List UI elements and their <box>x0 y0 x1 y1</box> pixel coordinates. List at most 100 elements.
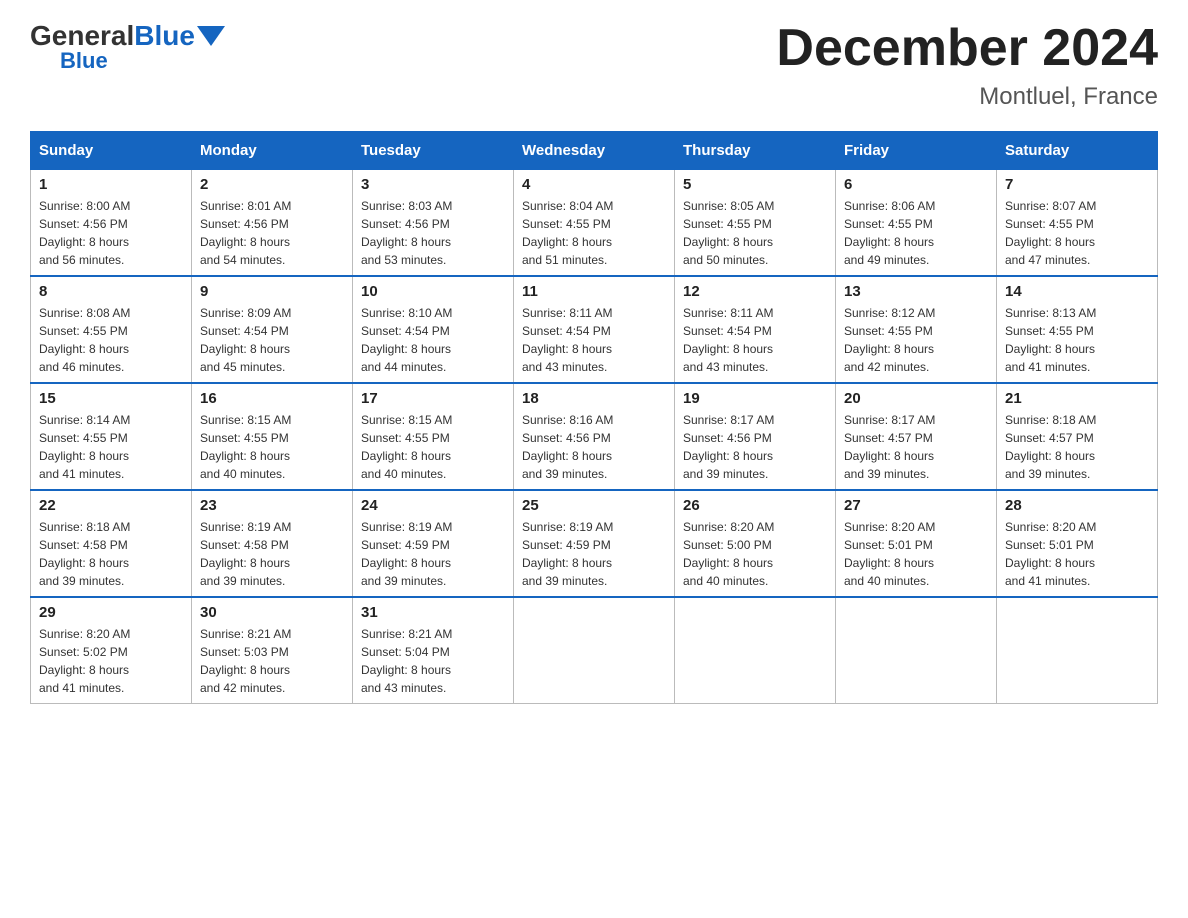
calendar-cell: 5 Sunrise: 8:05 AMSunset: 4:55 PMDayligh… <box>675 170 836 277</box>
day-number: 15 <box>39 390 183 407</box>
page-header: General Blue Blue December 2024 Montluel… <box>30 20 1158 111</box>
calendar-cell: 13 Sunrise: 8:12 AMSunset: 4:55 PMDaylig… <box>836 276 997 383</box>
day-info: Sunrise: 8:05 AMSunset: 4:55 PMDaylight:… <box>683 199 774 267</box>
calendar-cell <box>997 597 1158 704</box>
calendar-cell: 11 Sunrise: 8:11 AMSunset: 4:54 PMDaylig… <box>514 276 675 383</box>
logo-blue-label: Blue <box>30 48 225 74</box>
day-info: Sunrise: 8:20 AMSunset: 5:00 PMDaylight:… <box>683 520 774 588</box>
calendar-cell: 1 Sunrise: 8:00 AMSunset: 4:56 PMDayligh… <box>31 170 192 277</box>
calendar-cell: 2 Sunrise: 8:01 AMSunset: 4:56 PMDayligh… <box>192 170 353 277</box>
calendar-week-4: 22 Sunrise: 8:18 AMSunset: 4:58 PMDaylig… <box>31 490 1158 597</box>
day-info: Sunrise: 8:19 AMSunset: 4:58 PMDaylight:… <box>200 520 291 588</box>
day-info: Sunrise: 8:20 AMSunset: 5:01 PMDaylight:… <box>1005 520 1096 588</box>
day-number: 11 <box>522 283 666 300</box>
day-number: 12 <box>683 283 827 300</box>
calendar-cell: 17 Sunrise: 8:15 AMSunset: 4:55 PMDaylig… <box>353 383 514 490</box>
calendar-cell: 28 Sunrise: 8:20 AMSunset: 5:01 PMDaylig… <box>997 490 1158 597</box>
calendar-cell: 15 Sunrise: 8:14 AMSunset: 4:55 PMDaylig… <box>31 383 192 490</box>
day-number: 22 <box>39 497 183 514</box>
calendar-cell: 7 Sunrise: 8:07 AMSunset: 4:55 PMDayligh… <box>997 170 1158 277</box>
calendar-cell: 24 Sunrise: 8:19 AMSunset: 4:59 PMDaylig… <box>353 490 514 597</box>
day-info: Sunrise: 8:21 AMSunset: 5:04 PMDaylight:… <box>361 627 452 695</box>
day-info: Sunrise: 8:18 AMSunset: 4:57 PMDaylight:… <box>1005 413 1096 481</box>
day-number: 20 <box>844 390 988 407</box>
month-title: December 2024 <box>776 20 1158 77</box>
day-info: Sunrise: 8:10 AMSunset: 4:54 PMDaylight:… <box>361 306 452 374</box>
calendar-cell: 8 Sunrise: 8:08 AMSunset: 4:55 PMDayligh… <box>31 276 192 383</box>
calendar-cell: 27 Sunrise: 8:20 AMSunset: 5:01 PMDaylig… <box>836 490 997 597</box>
day-number: 8 <box>39 283 183 300</box>
day-number: 29 <box>39 604 183 621</box>
day-number: 31 <box>361 604 505 621</box>
day-info: Sunrise: 8:15 AMSunset: 4:55 PMDaylight:… <box>200 413 291 481</box>
calendar-cell: 19 Sunrise: 8:17 AMSunset: 4:56 PMDaylig… <box>675 383 836 490</box>
header-thursday: Thursday <box>675 132 836 170</box>
day-info: Sunrise: 8:19 AMSunset: 4:59 PMDaylight:… <box>361 520 452 588</box>
calendar-cell: 9 Sunrise: 8:09 AMSunset: 4:54 PMDayligh… <box>192 276 353 383</box>
day-info: Sunrise: 8:16 AMSunset: 4:56 PMDaylight:… <box>522 413 613 481</box>
calendar-cell: 21 Sunrise: 8:18 AMSunset: 4:57 PMDaylig… <box>997 383 1158 490</box>
logo: General Blue Blue <box>30 20 225 74</box>
calendar-cell: 20 Sunrise: 8:17 AMSunset: 4:57 PMDaylig… <box>836 383 997 490</box>
day-number: 30 <box>200 604 344 621</box>
day-info: Sunrise: 8:15 AMSunset: 4:55 PMDaylight:… <box>361 413 452 481</box>
day-number: 23 <box>200 497 344 514</box>
day-number: 18 <box>522 390 666 407</box>
calendar-cell: 4 Sunrise: 8:04 AMSunset: 4:55 PMDayligh… <box>514 170 675 277</box>
calendar-cell: 23 Sunrise: 8:19 AMSunset: 4:58 PMDaylig… <box>192 490 353 597</box>
day-info: Sunrise: 8:17 AMSunset: 4:56 PMDaylight:… <box>683 413 774 481</box>
calendar-cell: 22 Sunrise: 8:18 AMSunset: 4:58 PMDaylig… <box>31 490 192 597</box>
day-number: 6 <box>844 176 988 193</box>
day-number: 25 <box>522 497 666 514</box>
calendar-cell: 6 Sunrise: 8:06 AMSunset: 4:55 PMDayligh… <box>836 170 997 277</box>
day-number: 10 <box>361 283 505 300</box>
calendar-cell <box>514 597 675 704</box>
calendar-cell: 3 Sunrise: 8:03 AMSunset: 4:56 PMDayligh… <box>353 170 514 277</box>
calendar-cell: 12 Sunrise: 8:11 AMSunset: 4:54 PMDaylig… <box>675 276 836 383</box>
day-info: Sunrise: 8:09 AMSunset: 4:54 PMDaylight:… <box>200 306 291 374</box>
day-number: 2 <box>200 176 344 193</box>
day-number: 21 <box>1005 390 1149 407</box>
day-info: Sunrise: 8:00 AMSunset: 4:56 PMDaylight:… <box>39 199 130 267</box>
day-number: 28 <box>1005 497 1149 514</box>
calendar-cell: 26 Sunrise: 8:20 AMSunset: 5:00 PMDaylig… <box>675 490 836 597</box>
header-saturday: Saturday <box>997 132 1158 170</box>
day-info: Sunrise: 8:12 AMSunset: 4:55 PMDaylight:… <box>844 306 935 374</box>
day-info: Sunrise: 8:17 AMSunset: 4:57 PMDaylight:… <box>844 413 935 481</box>
day-info: Sunrise: 8:06 AMSunset: 4:55 PMDaylight:… <box>844 199 935 267</box>
calendar-cell: 25 Sunrise: 8:19 AMSunset: 4:59 PMDaylig… <box>514 490 675 597</box>
day-info: Sunrise: 8:18 AMSunset: 4:58 PMDaylight:… <box>39 520 130 588</box>
day-number: 9 <box>200 283 344 300</box>
header-friday: Friday <box>836 132 997 170</box>
day-number: 19 <box>683 390 827 407</box>
calendar-cell <box>675 597 836 704</box>
day-number: 17 <box>361 390 505 407</box>
title-area: December 2024 Montluel, France <box>776 20 1158 111</box>
day-number: 3 <box>361 176 505 193</box>
day-info: Sunrise: 8:19 AMSunset: 4:59 PMDaylight:… <box>522 520 613 588</box>
day-number: 5 <box>683 176 827 193</box>
day-info: Sunrise: 8:01 AMSunset: 4:56 PMDaylight:… <box>200 199 291 267</box>
day-info: Sunrise: 8:13 AMSunset: 4:55 PMDaylight:… <box>1005 306 1096 374</box>
header-sunday: Sunday <box>31 132 192 170</box>
day-info: Sunrise: 8:11 AMSunset: 4:54 PMDaylight:… <box>683 306 774 374</box>
header-wednesday: Wednesday <box>514 132 675 170</box>
calendar-table: SundayMondayTuesdayWednesdayThursdayFrid… <box>30 131 1158 704</box>
day-info: Sunrise: 8:20 AMSunset: 5:01 PMDaylight:… <box>844 520 935 588</box>
day-info: Sunrise: 8:08 AMSunset: 4:55 PMDaylight:… <box>39 306 130 374</box>
calendar-cell <box>836 597 997 704</box>
day-number: 7 <box>1005 176 1149 193</box>
day-info: Sunrise: 8:03 AMSunset: 4:56 PMDaylight:… <box>361 199 452 267</box>
day-number: 14 <box>1005 283 1149 300</box>
day-number: 24 <box>361 497 505 514</box>
logo-triangle-icon <box>197 26 225 46</box>
day-info: Sunrise: 8:20 AMSunset: 5:02 PMDaylight:… <box>39 627 130 695</box>
calendar-cell: 16 Sunrise: 8:15 AMSunset: 4:55 PMDaylig… <box>192 383 353 490</box>
day-number: 27 <box>844 497 988 514</box>
day-number: 26 <box>683 497 827 514</box>
day-number: 4 <box>522 176 666 193</box>
day-info: Sunrise: 8:21 AMSunset: 5:03 PMDaylight:… <box>200 627 291 695</box>
calendar-cell: 31 Sunrise: 8:21 AMSunset: 5:04 PMDaylig… <box>353 597 514 704</box>
day-number: 13 <box>844 283 988 300</box>
calendar-cell: 14 Sunrise: 8:13 AMSunset: 4:55 PMDaylig… <box>997 276 1158 383</box>
